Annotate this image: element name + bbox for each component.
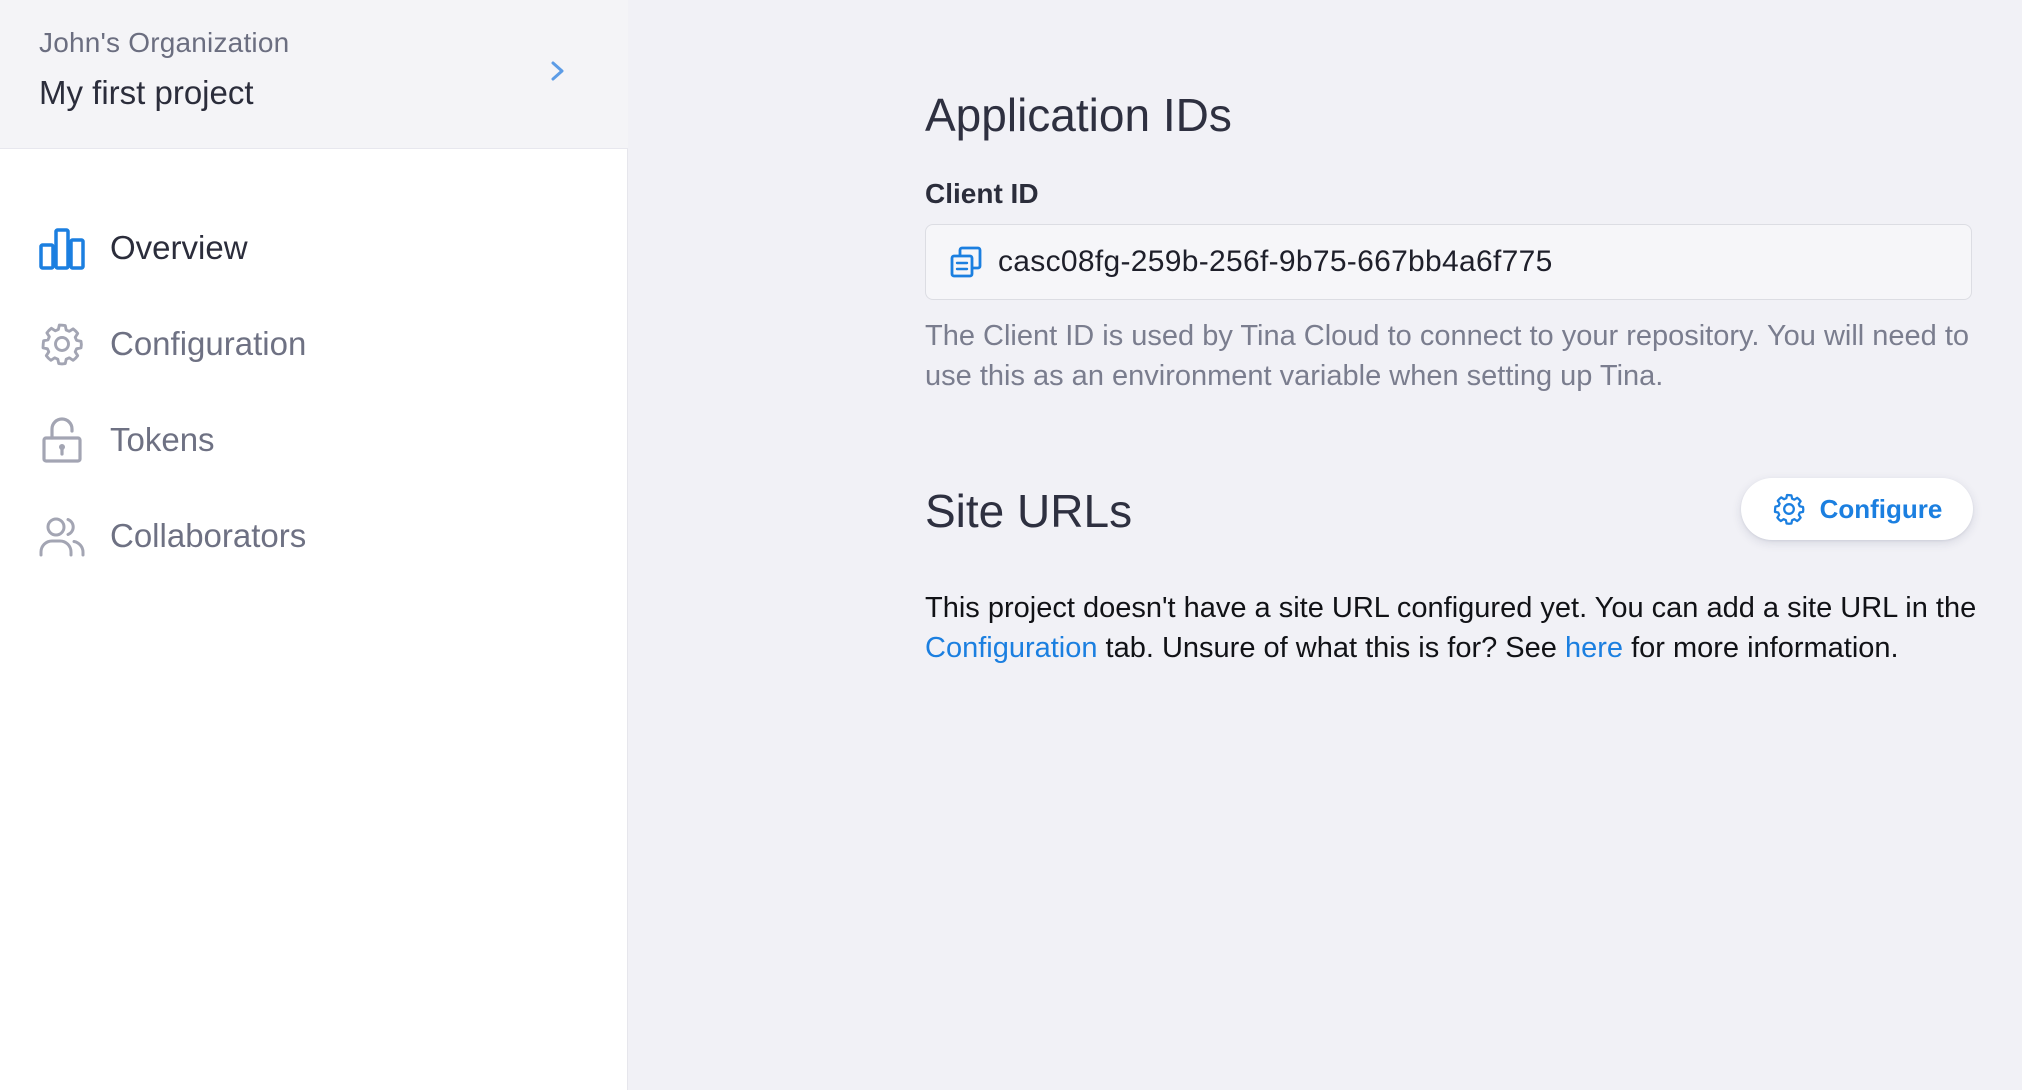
organization-name: John's Organization <box>39 27 290 58</box>
sidebar-item-tokens[interactable]: Tokens <box>0 392 628 488</box>
configuration-link[interactable]: Configuration <box>925 632 1098 664</box>
client-id-help-text: The Client ID is used by Tina Cloud to c… <box>925 320 1970 392</box>
sidebar-item-label: Configuration <box>110 325 307 362</box>
main-content: Application IDs Client ID casc08fg-259b-… <box>628 0 2022 1090</box>
unlocked-padlock-icon <box>38 416 86 464</box>
gear-icon <box>38 320 86 368</box>
site-url-info-text: This project doesn't have a site URL con… <box>925 588 1985 668</box>
client-id-field[interactable]: casc08fg-259b-256f-9b75-667bb4a6f775 <box>925 224 1972 300</box>
copy-icon[interactable] <box>948 244 984 280</box>
sidebar-nav: Overview Configuration Tokens Collaborat… <box>0 200 628 584</box>
client-id-value[interactable]: casc08fg-259b-256f-9b75-667bb4a6f775 <box>998 245 1553 279</box>
project-switcher[interactable]: John's Organization My first project <box>0 0 628 149</box>
sidebar-item-label: Overview <box>110 229 248 266</box>
site-urls-heading: Site URLs <box>925 485 1133 537</box>
sidebar-item-configuration[interactable]: Configuration <box>0 296 628 392</box>
sidebar-item-collaborators[interactable]: Collaborators <box>0 488 628 584</box>
gear-icon <box>1772 492 1806 526</box>
configure-button-label: Configure <box>1819 493 1943 524</box>
chevron-right-icon <box>551 61 564 81</box>
sidebar: John's Organization My first project Ove… <box>0 0 628 1090</box>
here-link[interactable]: here <box>1565 632 1623 664</box>
bar-chart-icon <box>38 224 86 272</box>
project-name: My first project <box>39 74 254 111</box>
sidebar-item-label: Collaborators <box>110 517 307 554</box>
sidebar-item-label: Tokens <box>110 421 215 458</box>
users-icon <box>38 512 86 560</box>
configure-button[interactable]: Configure <box>1741 478 1973 540</box>
application-ids-heading: Application IDs <box>925 89 1232 141</box>
sidebar-item-overview[interactable]: Overview <box>0 200 628 296</box>
client-id-label: Client ID <box>925 178 1039 209</box>
info-text-part: This project doesn't have a site URL con… <box>925 592 1977 624</box>
info-text-part: tab. Unsure of what this is for? See <box>1097 632 1565 664</box>
info-text-part: for more information. <box>1623 632 1899 664</box>
